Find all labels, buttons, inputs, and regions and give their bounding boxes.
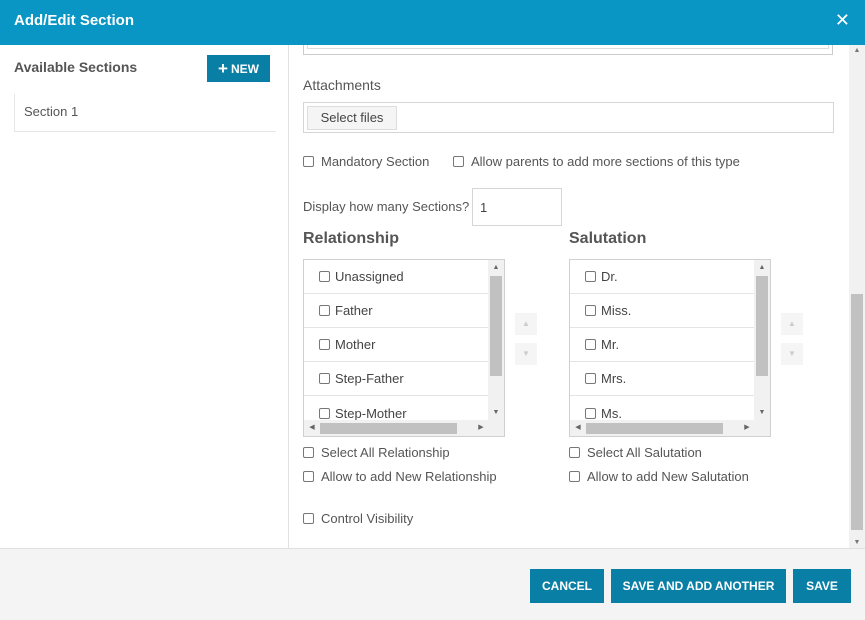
checkbox-box[interactable]	[303, 471, 314, 482]
checkbox-box[interactable]	[585, 305, 596, 316]
list-item[interactable]: Step-Father	[304, 362, 489, 396]
listbox-horizontal-scrollbar[interactable]: ◀ ▶	[570, 420, 755, 436]
display-count-label: Display how many Sections?	[303, 199, 470, 214]
checkbox-box[interactable]	[585, 271, 596, 282]
list-item[interactable]: Miss.	[570, 294, 755, 328]
dialog-footer: CANCEL SAVE AND ADD ANOTHER SAVE	[0, 548, 865, 620]
select-files-button[interactable]: Select files	[307, 106, 397, 130]
salutation-title: Salutation	[569, 230, 647, 247]
list-item-label: Ms.	[601, 405, 622, 421]
scroll-up-arrow-icon[interactable]: ▲	[488, 260, 504, 276]
attachments-label: Attachments	[303, 77, 381, 93]
display-count-input[interactable]: 1	[472, 188, 562, 226]
allow-new-salutation-label: Allow to add New Salutation	[587, 469, 749, 484]
scroll-up-arrow-icon[interactable]: ▲	[849, 47, 865, 54]
list-item[interactable]: Unassigned	[304, 260, 489, 294]
relationship-title: Relationship	[303, 230, 400, 247]
move-up-arrow-icon[interactable]: ▲	[781, 313, 803, 335]
list-item[interactable]: Mr.	[570, 328, 755, 362]
list-item-label: Mrs.	[601, 371, 627, 386]
checkbox-box[interactable]	[303, 513, 314, 524]
list-item[interactable]: Father	[304, 294, 489, 328]
checkbox-box[interactable]	[453, 156, 464, 167]
checkbox-box[interactable]	[585, 407, 596, 419]
list-item-label: Dr.	[601, 269, 618, 284]
new-button-label: NEW	[230, 61, 259, 76]
allow-new-relationship-checkbox[interactable]: Allow to add New Relationship	[303, 469, 497, 484]
form-vertical-scrollbar[interactable]: ▲ ▼	[849, 45, 865, 548]
move-down-arrow-icon[interactable]: ▼	[515, 343, 537, 365]
file-upload-field[interactable]: Select files	[303, 102, 834, 133]
list-item-label: Step-Mother	[335, 405, 407, 421]
checkbox-box[interactable]	[319, 373, 330, 384]
scrollbar-thumb[interactable]	[756, 276, 768, 376]
section-form: Attachments Select files Mandatory Secti…	[290, 45, 865, 548]
allow-new-relationship-label: Allow to add New Relationship	[321, 469, 497, 484]
salutation-listbox[interactable]: Dr. Miss. Mr. Mrs. Ms. ▲ ▼ ◀ ▶	[569, 259, 771, 437]
allow-parents-checkbox[interactable]: Allow parents to add more sections of th…	[453, 154, 740, 169]
plus-icon: +	[218, 59, 228, 78]
new-section-button[interactable]: + NEW	[207, 55, 270, 82]
listbox-vertical-scrollbar[interactable]: ▲ ▼	[488, 260, 504, 421]
list-item-label: Mr.	[601, 337, 620, 352]
checkbox-box[interactable]	[319, 271, 330, 282]
scroll-up-arrow-icon[interactable]: ▲	[754, 260, 770, 276]
save-and-add-another-button[interactable]: SAVE AND ADD ANOTHER	[611, 569, 786, 603]
save-button[interactable]: SAVE	[793, 569, 851, 603]
list-item[interactable]: Dr.	[570, 260, 755, 294]
allow-new-salutation-checkbox[interactable]: Allow to add New Salutation	[569, 469, 749, 484]
select-all-salutation-label: Select All Salutation	[587, 445, 702, 460]
list-item-label: Miss.	[601, 303, 632, 318]
checkbox-box[interactable]	[319, 305, 330, 316]
scroll-corner	[754, 420, 770, 436]
checkbox-box[interactable]	[585, 373, 596, 384]
select-all-relationship-label: Select All Relationship	[321, 445, 450, 460]
scrollbar-thumb[interactable]	[490, 276, 502, 376]
control-visibility-label: Control Visibility	[321, 511, 414, 526]
move-up-arrow-icon[interactable]: ▲	[515, 313, 537, 335]
control-visibility-checkbox[interactable]: Control Visibility	[303, 511, 413, 526]
select-all-relationship-checkbox[interactable]: Select All Relationship	[303, 445, 450, 460]
close-icon[interactable]: ✕	[835, 11, 850, 29]
sidebar-item-section-1[interactable]: Section 1	[14, 94, 276, 132]
scroll-right-arrow-icon[interactable]: ▶	[473, 420, 489, 436]
scrollbar-thumb[interactable]	[851, 294, 863, 530]
dialog-header: Add/Edit Section ✕	[0, 0, 865, 45]
available-sections-title: Available Sections	[14, 59, 138, 75]
scroll-left-arrow-icon[interactable]: ◀	[304, 420, 320, 436]
checkbox-box[interactable]	[569, 447, 580, 458]
scrollbar-thumb[interactable]	[320, 423, 457, 434]
allow-parents-label: Allow parents to add more sections of th…	[471, 154, 740, 169]
list-item-label: Mother	[335, 337, 376, 352]
mandatory-section-label: Mandatory Section	[321, 154, 430, 169]
scroll-down-arrow-icon[interactable]: ▼	[849, 539, 865, 546]
list-item[interactable]: Mrs.	[570, 362, 755, 396]
checkbox-box[interactable]	[303, 156, 314, 167]
relationship-listbox[interactable]: Unassigned Father Mother Step-Father Ste…	[303, 259, 505, 437]
move-down-arrow-icon[interactable]: ▼	[781, 343, 803, 365]
checkbox-box[interactable]	[585, 339, 596, 350]
select-all-salutation-checkbox[interactable]: Select All Salutation	[569, 445, 702, 460]
mandatory-section-checkbox[interactable]: Mandatory Section	[303, 154, 429, 169]
scroll-right-arrow-icon[interactable]: ▶	[739, 420, 755, 436]
scroll-corner	[488, 420, 504, 436]
scroll-down-arrow-icon[interactable]: ▼	[488, 405, 504, 421]
list-item[interactable]: Mother	[304, 328, 489, 362]
checkbox-box[interactable]	[319, 407, 330, 419]
checkbox-box[interactable]	[303, 447, 314, 458]
dialog-title: Add/Edit Section	[14, 12, 134, 29]
list-item-label: Unassigned	[335, 269, 404, 284]
scroll-left-arrow-icon[interactable]: ◀	[570, 420, 586, 436]
listbox-horizontal-scrollbar[interactable]: ◀ ▶	[304, 420, 489, 436]
list-item-label: Father	[335, 303, 373, 318]
checkbox-box[interactable]	[569, 471, 580, 482]
sections-sidebar: Available Sections + NEW Section 1	[0, 45, 289, 548]
listbox-vertical-scrollbar[interactable]: ▲ ▼	[754, 260, 770, 421]
scroll-down-arrow-icon[interactable]: ▼	[754, 405, 770, 421]
scrollbar-thumb[interactable]	[586, 423, 723, 434]
text-editor-fragment	[303, 45, 833, 55]
checkbox-box[interactable]	[319, 339, 330, 350]
list-item-label: Step-Father	[335, 371, 404, 386]
cancel-button[interactable]: CANCEL	[530, 569, 604, 603]
